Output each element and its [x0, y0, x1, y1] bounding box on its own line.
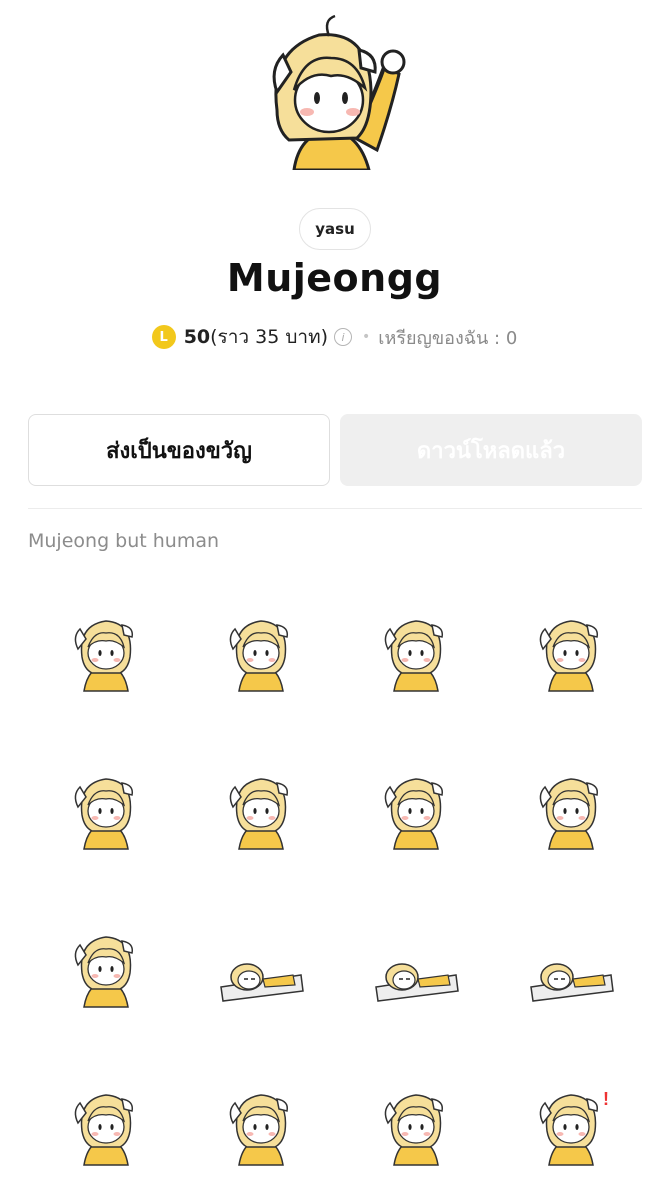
svg-text:!: !: [603, 1089, 609, 1109]
sticker-cell[interactable]: !: [493, 1044, 648, 1202]
sticker-cell[interactable]: [28, 728, 183, 886]
sticker-blushing-icon: [229, 778, 288, 850]
sticker-cell[interactable]: [493, 570, 648, 728]
sticker-waving-icon: [384, 620, 443, 692]
sticker-holding-phone-icon: [74, 620, 133, 692]
sticker-sighing-icon: [74, 778, 133, 850]
coin-balance: เหรียญของฉัน : 0: [378, 327, 518, 349]
sticker-grid: !: [28, 570, 648, 1202]
sticker-thumbs-up-icon: [384, 1094, 443, 1166]
sticker-in-bed-icon: [374, 963, 459, 1002]
info-icon[interactable]: i: [334, 328, 353, 346]
sticker-holding-sign-icon: [539, 778, 598, 850]
sticker-lying-on-bed-icon: [219, 963, 304, 1002]
sticker-cell[interactable]: [338, 886, 493, 1044]
sticker-box-icon: [229, 1094, 288, 1166]
sticker-cell[interactable]: [338, 570, 493, 728]
waving-character-icon: [272, 14, 406, 172]
sticker-cell[interactable]: [338, 1044, 493, 1202]
sticker-lying-flat-icon: [529, 963, 614, 1002]
price-approx: (ราว 35 บาท): [210, 326, 329, 348]
price-amount: 50: [183, 326, 211, 348]
sticker-cell[interactable]: [338, 728, 493, 886]
sticker-selfie-icon: [229, 620, 288, 692]
downloaded-button[interactable]: ดาวน์โหลดแล้ว: [340, 414, 642, 486]
sticker-cell[interactable]: [493, 728, 648, 886]
sticker-cell[interactable]: [183, 728, 338, 886]
sticker-back-turned-icon: [74, 936, 133, 1008]
author-badge[interactable]: yasu: [299, 208, 371, 250]
separator-dot: •: [362, 329, 371, 345]
sticker-cell[interactable]: [28, 1044, 183, 1202]
sticker-cell[interactable]: [493, 886, 648, 1044]
sticker-cell[interactable]: [183, 570, 338, 728]
sticker-cell[interactable]: [183, 1044, 338, 1202]
divider: [28, 508, 642, 509]
sticker-exclamation-icon: !: [539, 1089, 609, 1166]
send-gift-button[interactable]: ส่งเป็นของขวัญ: [28, 414, 330, 486]
main-sticker-image: [259, 10, 409, 172]
line-coin-icon: L: [151, 325, 176, 349]
sticker-cell[interactable]: [28, 570, 183, 728]
sticker-crying-icon: [74, 1094, 133, 1166]
sticker-holding-gift-icon: [384, 778, 443, 850]
price-row: L 50 (ราว 35 บาท) i • เหรียญของฉัน : 0: [0, 322, 669, 352]
sticker-surprised-icon: [539, 620, 598, 692]
package-description: Mujeong but human: [28, 530, 220, 552]
sticker-cell[interactable]: [28, 886, 183, 1044]
sticker-cell[interactable]: [183, 886, 338, 1044]
package-title: Mujeongg: [226, 256, 443, 300]
